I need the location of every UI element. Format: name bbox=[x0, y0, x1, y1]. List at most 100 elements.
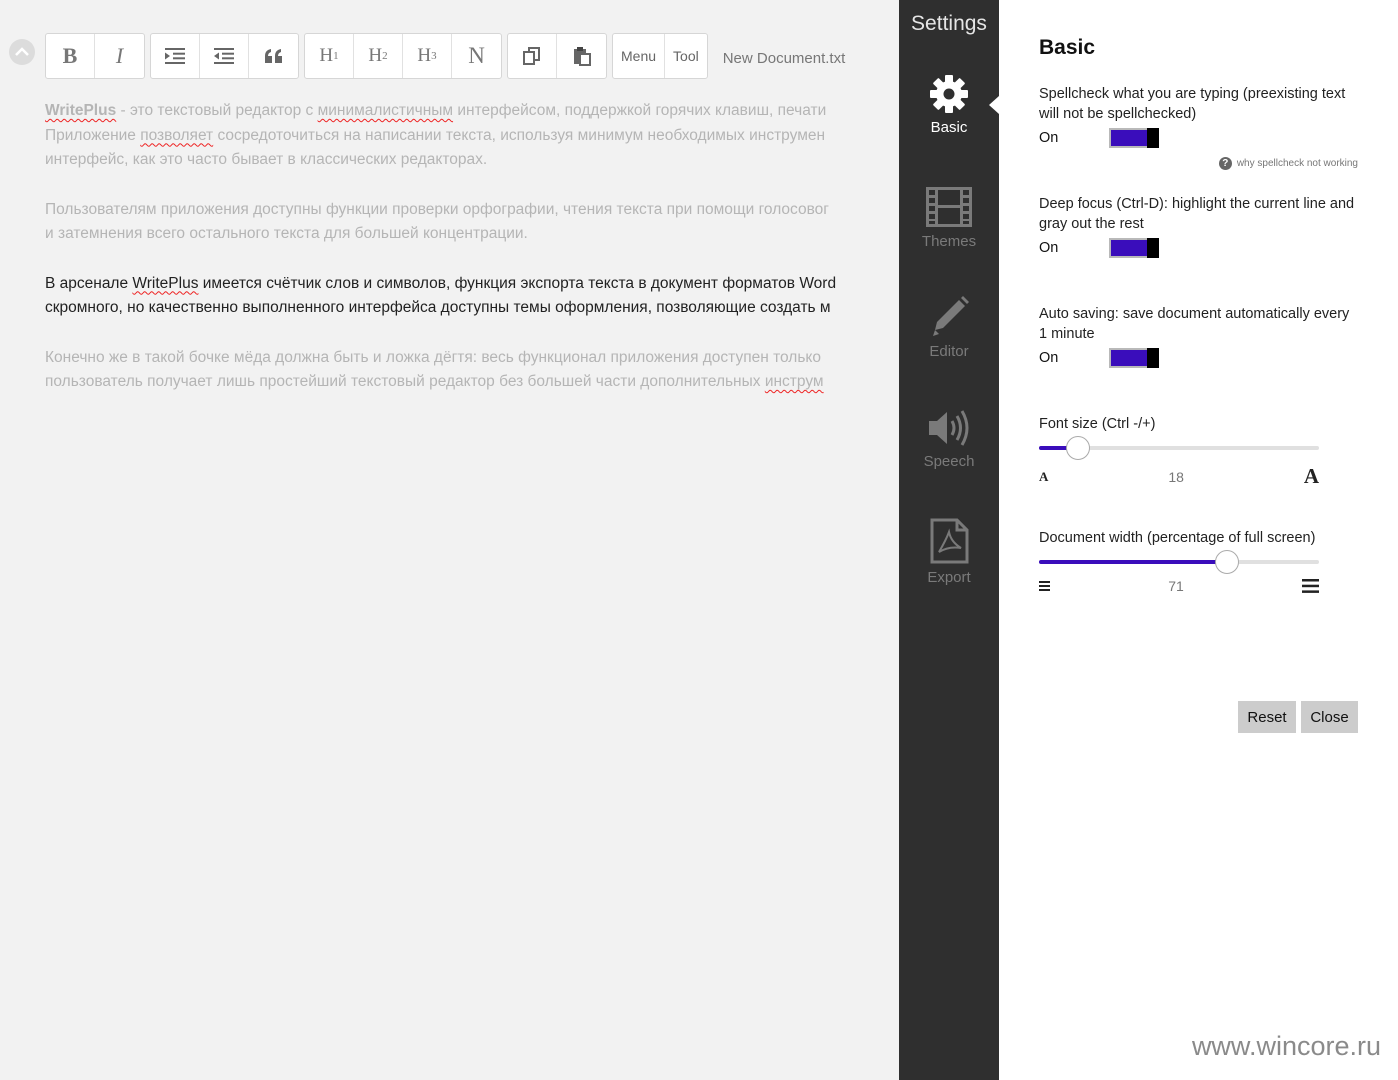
document-title: New Document.txt bbox=[722, 50, 846, 67]
sidebar-item-export[interactable]: Export bbox=[899, 518, 999, 586]
formatting-toolbar: B I H1 H2 H3 N Menu Tool New Document.tx… bbox=[45, 33, 845, 79]
spellcheck-label: Spellcheck what you are typing (preexist… bbox=[1039, 86, 1346, 122]
text-span: имеется счётчик слов и символов, функция… bbox=[198, 274, 837, 292]
text-line: Пользователям приложения доступны функци… bbox=[45, 198, 899, 223]
text-line: Приложение позволяет сосредоточиться на … bbox=[45, 124, 899, 149]
font-size-slider[interactable] bbox=[1039, 436, 1319, 460]
copy-icon bbox=[523, 47, 540, 65]
sidebar-item-label: Speech bbox=[923, 453, 975, 470]
font-size-scale: A 18 A bbox=[1039, 464, 1319, 489]
paragraph: Пользователям приложения доступны функци… bbox=[45, 198, 899, 247]
document-width-label: Document width (percentage of full scree… bbox=[1039, 530, 1316, 546]
wide-lines-icon bbox=[1301, 579, 1319, 593]
text-line: интерфейс, как это часто бывает в класси… bbox=[45, 148, 899, 173]
h3-sub: 3 bbox=[431, 50, 437, 62]
quote-button[interactable] bbox=[249, 34, 298, 78]
sidebar-item-label: Basic bbox=[930, 119, 968, 136]
collapse-toolbar-button[interactable] bbox=[9, 39, 35, 65]
spellcheck-word: WritePlus bbox=[132, 274, 199, 292]
font-small-icon: A bbox=[1039, 468, 1049, 484]
deep-focus-label: Deep focus (Ctrl-D): highlight the curre… bbox=[1039, 196, 1355, 232]
deep-focus-toggle-row: On bbox=[1039, 238, 1159, 258]
text-line: скромного, но качественно выполненного и… bbox=[45, 296, 899, 321]
text-span: интерфейсом, поддержкой горячих клавиш, … bbox=[453, 102, 827, 119]
auto-saving-toggle-row: On bbox=[1039, 348, 1159, 368]
sidebar-item-editor[interactable]: Editor bbox=[899, 294, 999, 360]
tool-button[interactable]: Tool bbox=[665, 34, 707, 78]
spellcheck-word: инструм bbox=[764, 373, 824, 390]
normal-icon: N bbox=[468, 43, 485, 68]
text-span: скромного, но качественно выполненного и… bbox=[45, 299, 831, 316]
document-width-scale: 71 bbox=[1039, 578, 1319, 594]
indent-button[interactable] bbox=[151, 34, 200, 78]
deep-focus-toggle[interactable] bbox=[1109, 238, 1159, 258]
text-span: Конечно же в такой бочке мёда должна быт… bbox=[45, 348, 821, 366]
film-icon bbox=[926, 187, 972, 227]
h3-icon: H bbox=[417, 45, 432, 66]
document-width-slider[interactable] bbox=[1039, 550, 1319, 574]
pencil-icon bbox=[933, 296, 969, 336]
text-span: сосредоточиться на написании текста, исп… bbox=[213, 126, 826, 144]
normal-text-button[interactable]: N bbox=[452, 34, 501, 78]
menu-group: Menu Tool bbox=[612, 33, 708, 79]
h1-sub: 1 bbox=[333, 50, 339, 62]
paste-button[interactable] bbox=[557, 34, 606, 78]
settings-title: Settings bbox=[911, 12, 987, 35]
heading1-button[interactable]: H1 bbox=[305, 34, 354, 78]
italic-button[interactable]: I bbox=[95, 34, 144, 78]
sidebar-item-themes[interactable]: Themes bbox=[899, 186, 999, 250]
toggle-knob bbox=[1147, 128, 1159, 148]
heading3-button[interactable]: H3 bbox=[403, 34, 452, 78]
spellcheck-word: WritePlus bbox=[45, 102, 117, 119]
sidebar-item-label: Editor bbox=[929, 343, 969, 360]
deep-focus-state: On bbox=[1039, 240, 1059, 256]
editor-area: B I H1 H2 H3 N Menu Tool New Document.tx… bbox=[0, 0, 899, 1080]
outdent-button[interactable] bbox=[200, 34, 249, 78]
text-line: пользователь получает лишь простейший те… bbox=[45, 370, 899, 395]
heading-group: H1 H2 H3 N bbox=[304, 33, 502, 79]
spellcheck-help-link[interactable]: ? why spellcheck not working bbox=[1218, 157, 1358, 170]
text-span: В арсенале bbox=[45, 274, 133, 292]
text-span: и затемнения всего остального текста для… bbox=[45, 225, 528, 242]
toggle-knob bbox=[1147, 348, 1159, 368]
copy-button[interactable] bbox=[508, 34, 557, 78]
spellcheck-toggle-row: On bbox=[1039, 128, 1159, 148]
text-span: Пользователям приложения доступны функци… bbox=[45, 200, 829, 218]
bold-icon: B bbox=[62, 43, 78, 68]
text-line: WritePlus - это текстовый редактор с мин… bbox=[45, 99, 899, 124]
indent-icon bbox=[165, 48, 185, 64]
slider-thumb[interactable] bbox=[1214, 550, 1239, 574]
panel-title: Basic bbox=[1039, 36, 1096, 59]
auto-saving-toggle[interactable] bbox=[1109, 348, 1159, 368]
slider-thumb[interactable] bbox=[1066, 436, 1091, 460]
h1-icon: H bbox=[319, 45, 334, 66]
sidebar-item-label: Export bbox=[927, 569, 971, 586]
sidebar-item-basic[interactable]: Basic bbox=[899, 74, 999, 136]
gear-icon bbox=[930, 75, 968, 113]
settings-sidebar: Settings Basic Themes Editor Speech Expo… bbox=[899, 0, 999, 1080]
font-size-value: 18 bbox=[1168, 468, 1184, 485]
slider-fill bbox=[1039, 560, 1227, 564]
document-content[interactable]: WritePlus - это текстовый редактор с мин… bbox=[45, 99, 899, 420]
settings-panel: Basic Spellcheck what you are typing (pr… bbox=[999, 0, 1398, 1080]
spellcheck-word: минималистичным bbox=[317, 102, 454, 119]
clipboard-group bbox=[507, 33, 607, 79]
menu-button[interactable]: Menu bbox=[613, 34, 666, 78]
spellcheck-word: позволяет bbox=[140, 126, 214, 144]
sidebar-item-label: Themes bbox=[921, 233, 977, 250]
close-button[interactable]: Close bbox=[1301, 701, 1358, 733]
bold-button[interactable]: B bbox=[46, 34, 95, 78]
spellcheck-help-text: why spellcheck not working bbox=[1236, 158, 1358, 169]
pdf-icon bbox=[930, 518, 969, 564]
paragraph: WritePlus - это текстовый редактор с мин… bbox=[45, 99, 899, 173]
chevron-up-icon bbox=[15, 47, 29, 56]
document-width-value: 71 bbox=[1168, 578, 1184, 594]
toggle-knob bbox=[1147, 238, 1159, 258]
reset-button[interactable]: Reset bbox=[1238, 701, 1296, 733]
h2-icon: H bbox=[368, 45, 383, 66]
spellcheck-toggle[interactable] bbox=[1109, 128, 1159, 148]
heading2-button[interactable]: H2 bbox=[354, 34, 403, 78]
sidebar-item-speech[interactable]: Speech bbox=[899, 408, 999, 470]
spellcheck-state: On bbox=[1039, 130, 1059, 146]
question-icon: ? bbox=[1218, 157, 1232, 170]
